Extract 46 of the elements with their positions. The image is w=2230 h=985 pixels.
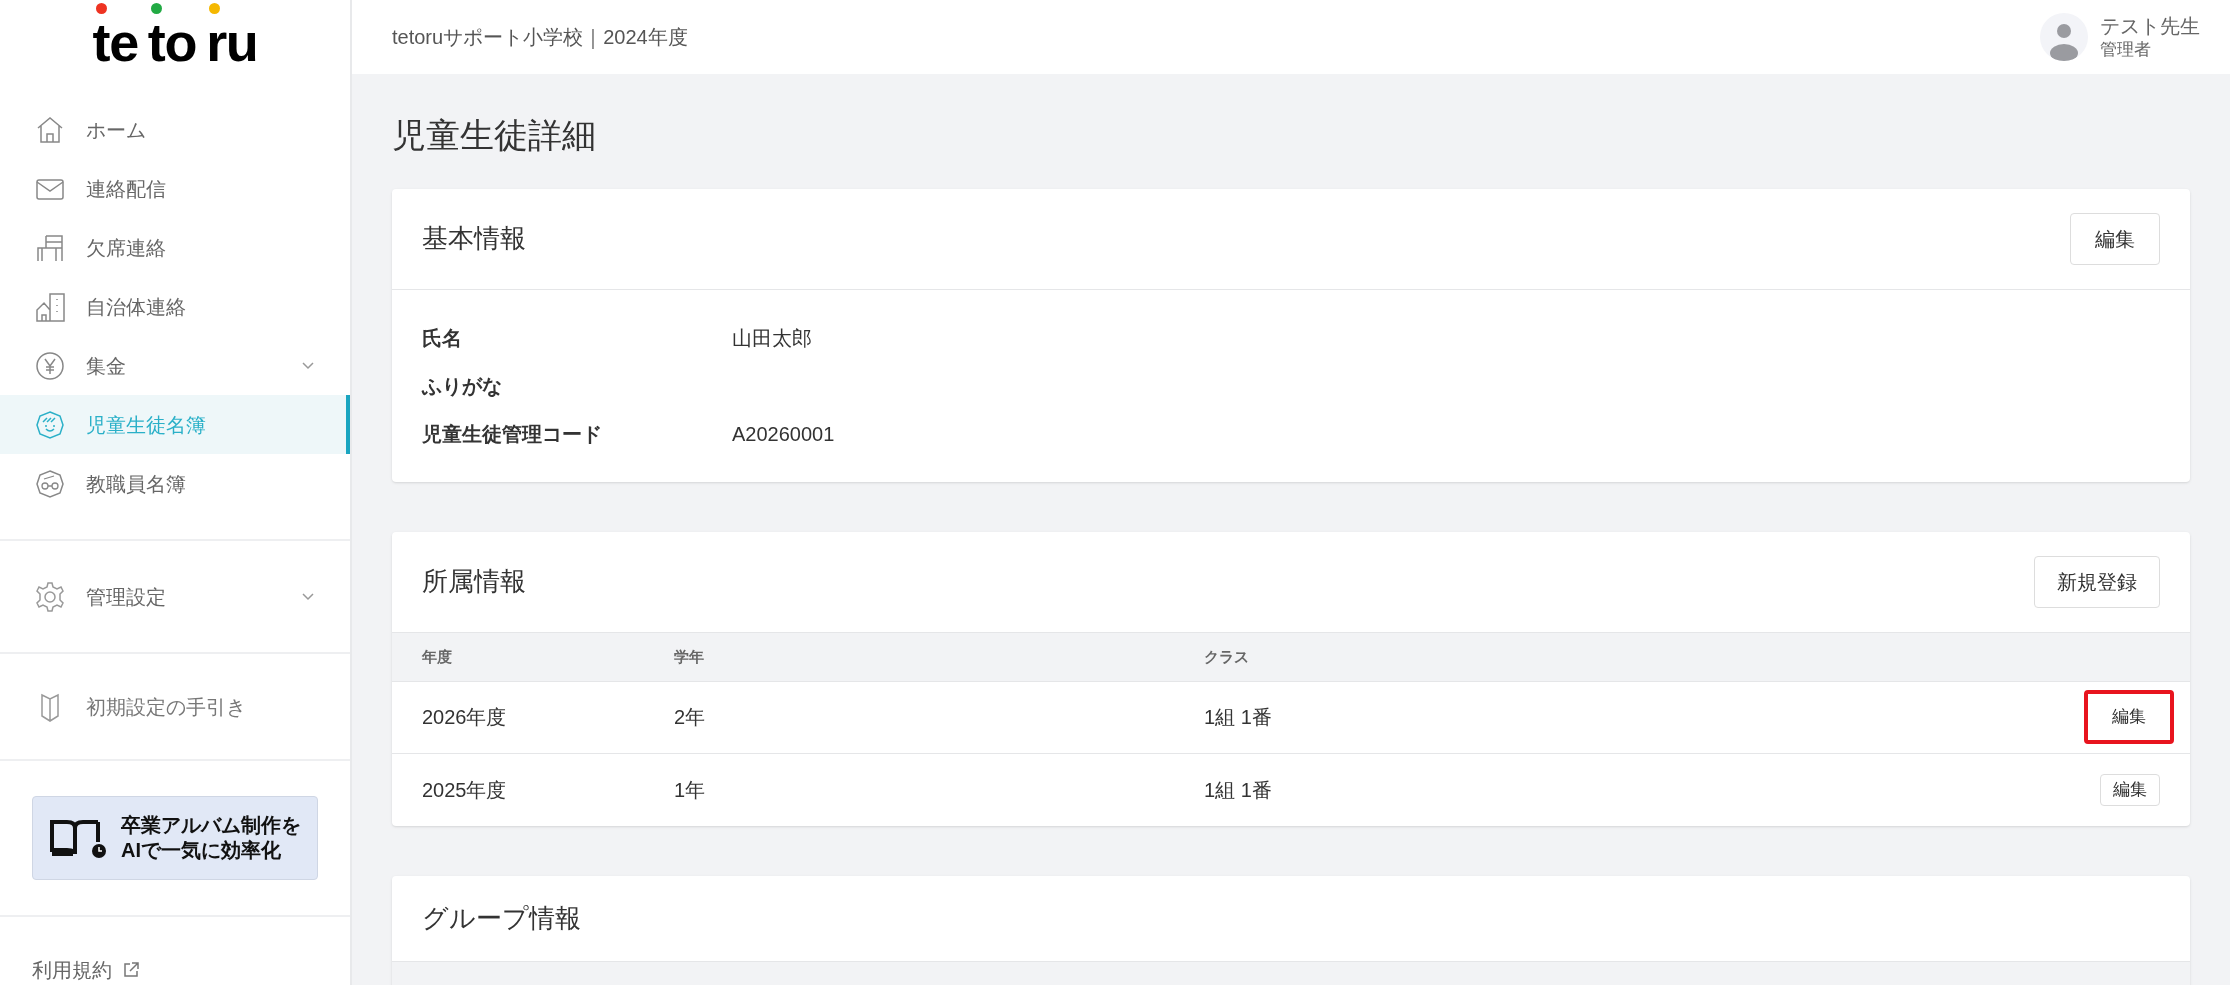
page-title: 児童生徒詳細 [392, 115, 597, 156]
avatar-icon [2040, 13, 2088, 61]
promo-banner[interactable]: 卒業アルバム制作を AIで一気に効率化 [32, 796, 318, 881]
school-name: tetoruサポート小学校｜2024年度 [392, 25, 688, 51]
field-label: 児童生徒管理コード [422, 421, 603, 447]
sidebar-item[interactable]: 初期設定の手引き [0, 654, 350, 760]
field-value: A20260001 [732, 421, 835, 447]
user-role: 管理者 [2100, 38, 2152, 61]
sidebar-item[interactable]: 自治体連絡 [0, 277, 350, 337]
card-title: グループ情報 [422, 901, 581, 935]
table-cell: 1年 [674, 778, 706, 801]
edit-button[interactable]: 編集 [2084, 690, 2174, 744]
terms-link[interactable]: 利用規約 [0, 955, 140, 985]
new-registration-button[interactable]: 新規登録 [2034, 555, 2160, 608]
face-with-glasses-icon [34, 467, 66, 500]
card-title: 基本情報 [422, 222, 526, 255]
column-header: クラス [1204, 647, 1249, 665]
open-book-clock-icon [49, 818, 109, 859]
sidebar-item[interactable]: 集金 [0, 336, 350, 396]
table-cell: 1組 1番 [1204, 778, 1272, 801]
field-label: ふりがな [422, 373, 503, 399]
building-icon [34, 290, 66, 323]
table-cell: 2年 [674, 706, 706, 728]
field-label: 氏名 [422, 325, 463, 351]
logo[interactable]: te to ru [0, 0, 350, 100]
gear-icon [34, 580, 66, 613]
column-header: 年度 [422, 647, 452, 665]
card-title: 所属情報 [422, 565, 526, 598]
banner-text: AIで一気に効率化 [121, 838, 282, 864]
column-header: 学年 [674, 647, 704, 665]
edit-button[interactable]: 編集 [2070, 212, 2160, 265]
sidebar-item[interactable]: 教職員名簿 [0, 454, 350, 514]
yen-icon [34, 349, 66, 382]
sidebar-item[interactable]: 管理設定 [0, 541, 350, 653]
sidebar-item[interactable]: 連絡配信 [0, 159, 350, 219]
external-link-icon [122, 961, 140, 979]
table-cell: 2025年度 [422, 778, 507, 801]
user-name[interactable]: テスト先生 [2100, 13, 2200, 39]
sidebar-item[interactable]: ホーム [0, 100, 350, 160]
sidebar-item[interactable]: 欠席連絡 [0, 218, 350, 278]
edit-button[interactable]: 編集 [2100, 773, 2160, 806]
banner-text: 卒業アルバム制作を [121, 813, 301, 839]
table-cell: 2026年度 [422, 706, 507, 728]
field-value: 山田太郎 [732, 325, 812, 351]
table-cell: 1組 1番 [1204, 706, 1272, 728]
child-face-icon [34, 408, 66, 441]
